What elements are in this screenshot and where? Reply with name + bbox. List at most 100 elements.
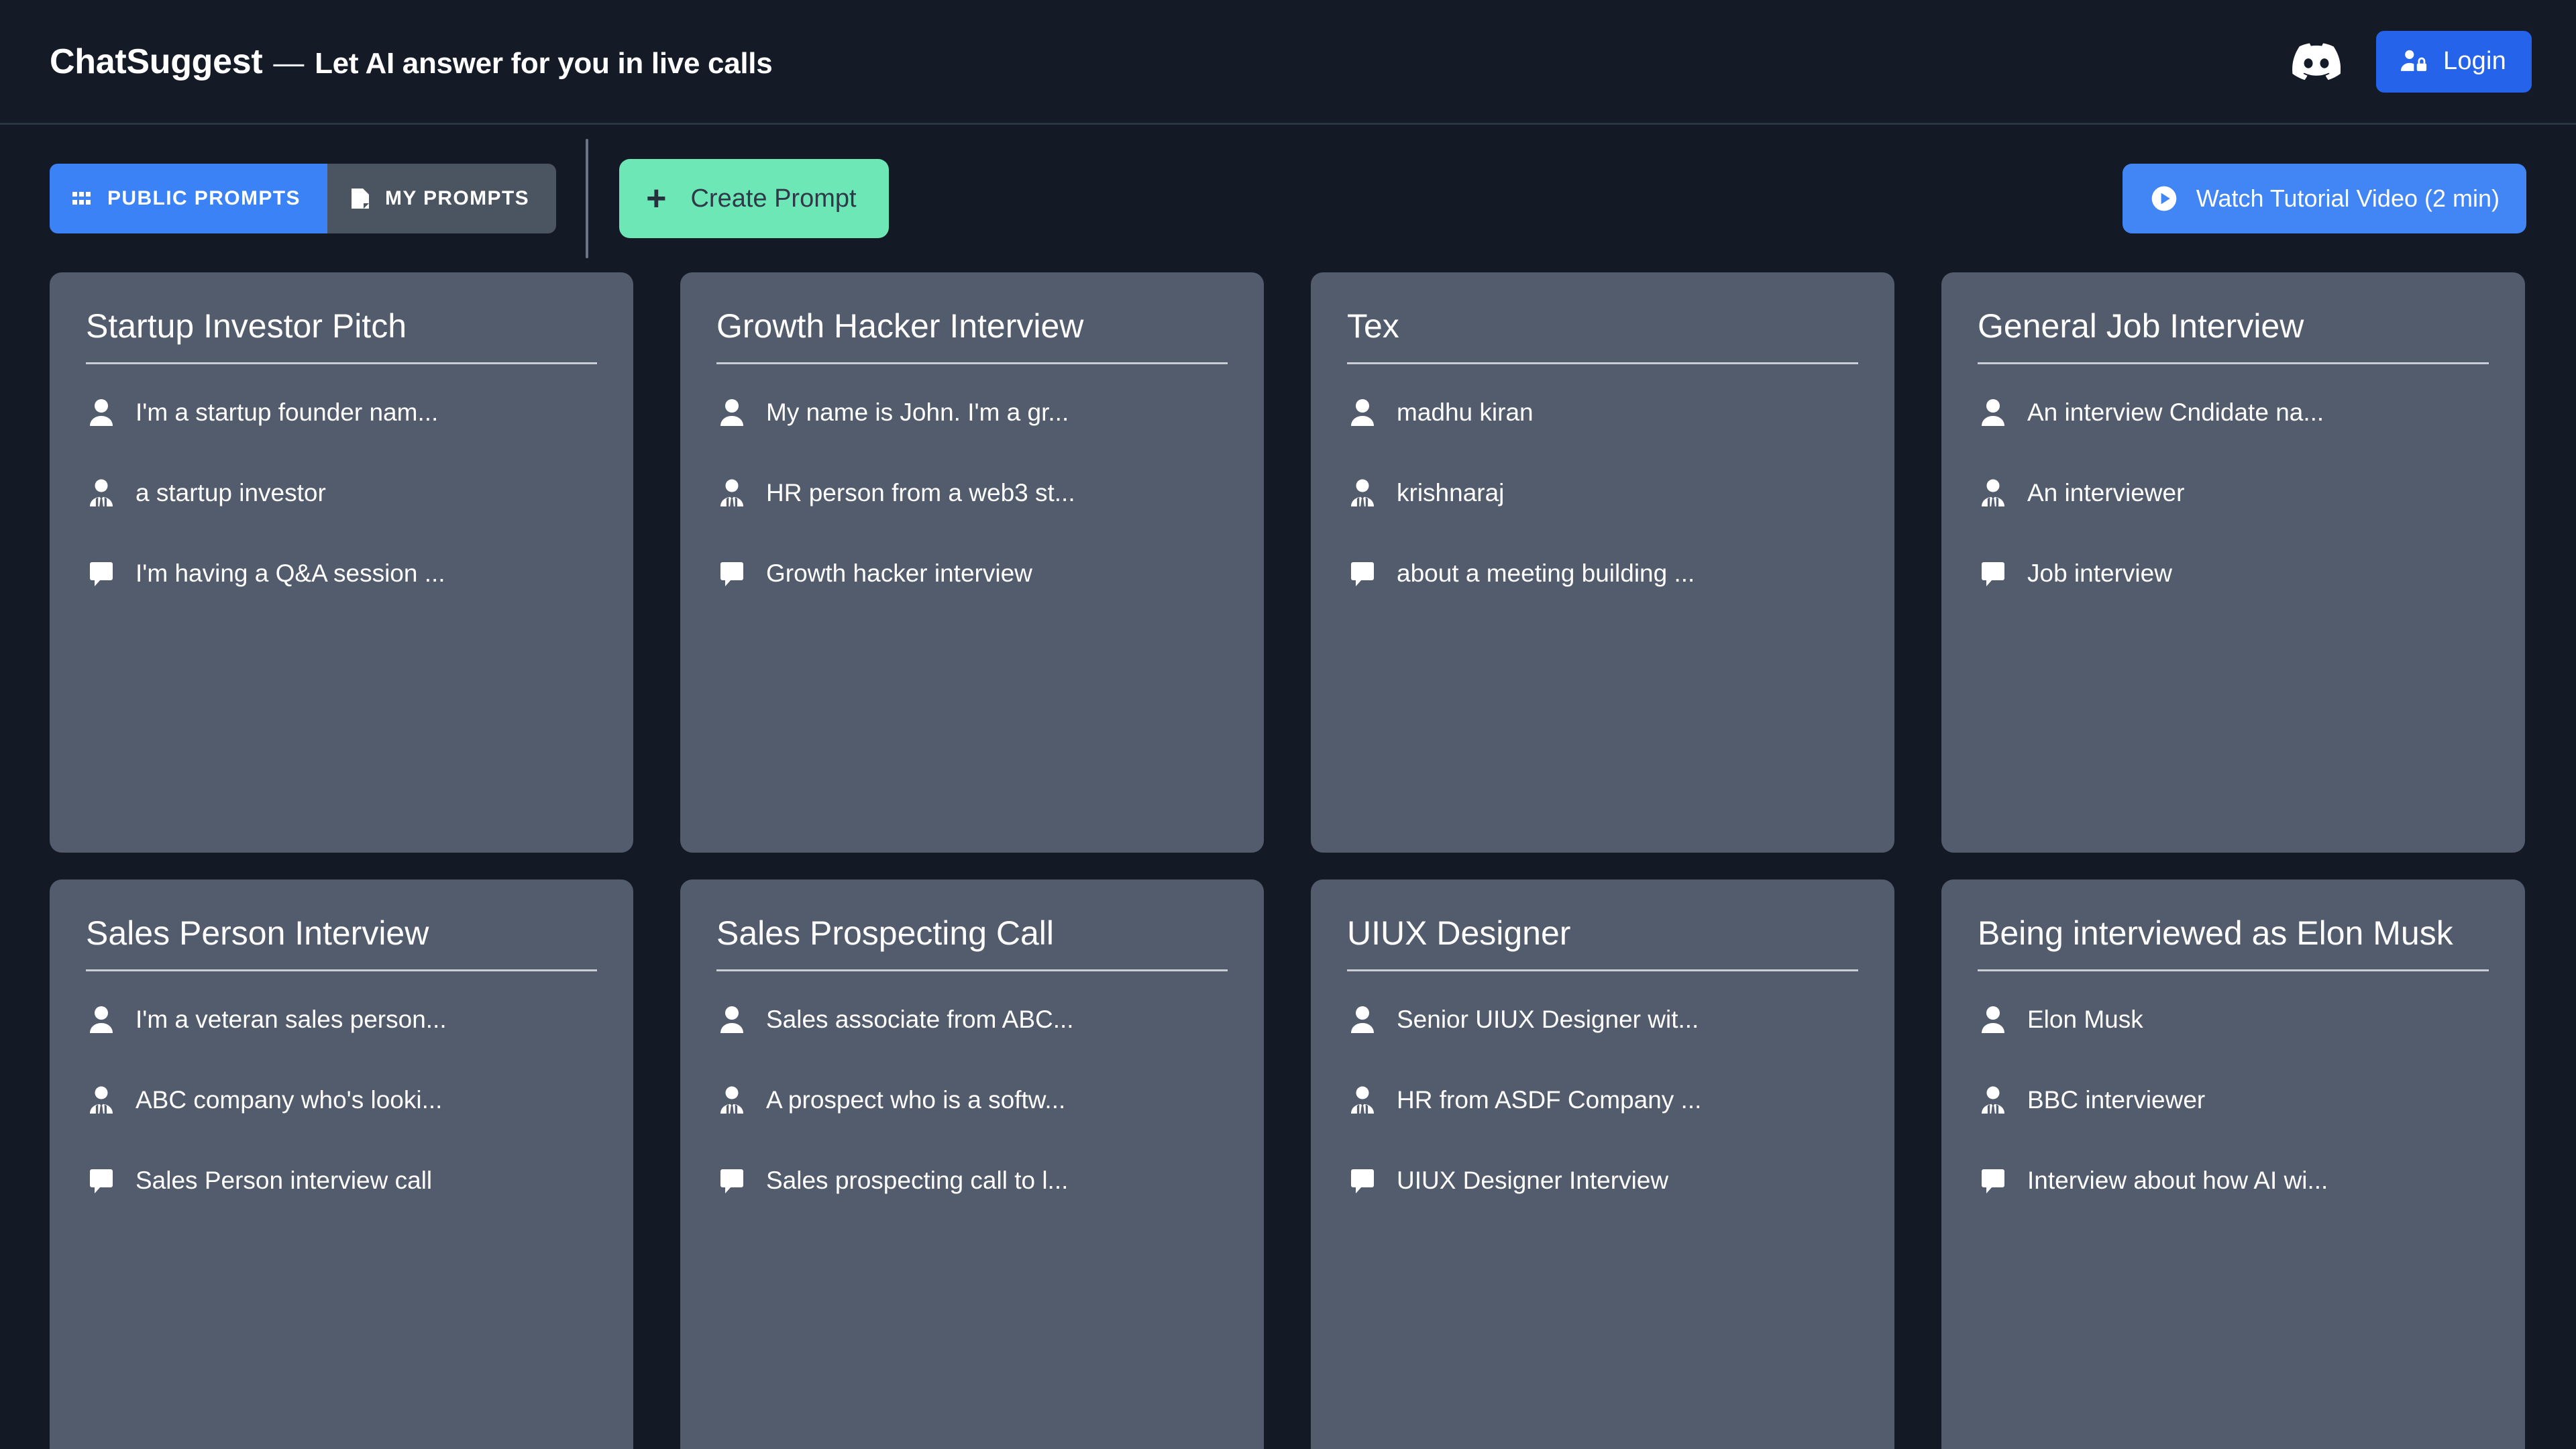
watch-tutorial-button[interactable]: Watch Tutorial Video (2 min) <box>2122 164 2526 233</box>
person-icon <box>86 397 117 428</box>
user-lock-icon <box>2399 47 2428 76</box>
prompt-card-row: a startup investor <box>86 453 597 533</box>
person-icon <box>1347 397 1378 428</box>
prompt-card-row-text: An interviewer <box>2027 479 2185 506</box>
prompt-card-title: Tex <box>1347 307 1399 345</box>
prompt-card-row-text: HR person from a web3 st... <box>766 479 1075 506</box>
person-tie-icon <box>1978 1085 2008 1116</box>
prompt-card-row-text: I'm a veteran sales person... <box>136 1006 447 1033</box>
prompt-card-grid: Startup Investor Pitch I'm a startup fou… <box>0 272 2576 1449</box>
person-tie-icon <box>86 478 117 508</box>
toolbar: PUBLIC PROMPTS MY PROMPTS + Create Promp… <box>0 125 2576 272</box>
plus-icon: + <box>646 179 667 218</box>
prompt-card-divider <box>1978 362 2489 364</box>
prompt-card[interactable]: UIUX Designer Senior UIUX Designer wit..… <box>1311 879 1894 1449</box>
prompt-card-title: Being interviewed as Elon Musk <box>1978 914 2453 952</box>
prompt-card-row: Sales prospecting call to l... <box>716 1140 1228 1221</box>
prompt-card[interactable]: General Job Interview An interview Cndid… <box>1941 272 2525 853</box>
prompt-card-row-text: HR from ASDF Company ... <box>1397 1086 1702 1114</box>
chat-bubble-icon <box>1347 1165 1378 1196</box>
chat-bubble-icon <box>716 1165 747 1196</box>
prompt-card-row: Senior UIUX Designer wit... <box>1347 979 1858 1060</box>
prompt-card[interactable]: Being interviewed as Elon Musk Elon Musk… <box>1941 879 2525 1449</box>
prompt-card-row: My name is John. I'm a gr... <box>716 372 1228 453</box>
prompt-card-divider <box>716 969 1228 971</box>
person-icon <box>1978 397 2008 428</box>
brand-tagline: Let AI answer for you in live calls <box>315 46 773 80</box>
prompt-card-row-text: ABC company who's looki... <box>136 1086 443 1114</box>
chat-bubble-icon <box>1347 558 1378 589</box>
brand-title: ChatSuggest — Let AI answer for you in l… <box>50 42 773 81</box>
toolbar-divider <box>586 139 589 258</box>
person-icon <box>1347 1004 1378 1035</box>
tab-my-prompts[interactable]: MY PROMPTS <box>327 164 557 233</box>
person-tie-icon <box>716 478 747 508</box>
prompt-card-row: HR person from a web3 st... <box>716 453 1228 533</box>
prompt-card-divider <box>1978 969 2489 971</box>
prompt-card-row-text: Sales associate from ABC... <box>766 1006 1074 1033</box>
chat-bubble-icon <box>716 558 747 589</box>
login-button[interactable]: Login <box>2376 30 2532 93</box>
prompt-card[interactable]: Sales Prospecting Call Sales associate f… <box>680 879 1264 1449</box>
prompt-card-title: General Job Interview <box>1978 307 2304 345</box>
prompt-card-row-text: My name is John. I'm a gr... <box>766 398 1069 426</box>
person-icon <box>1978 1004 2008 1035</box>
tab-public-prompts-label: PUBLIC PROMPTS <box>107 187 301 209</box>
prompt-card-row-text: Sales prospecting call to l... <box>766 1167 1069 1194</box>
prompt-card[interactable]: Tex madhu kiran krishnaraj about a meeti… <box>1311 272 1894 853</box>
prompt-card-row: UIUX Designer Interview <box>1347 1140 1858 1221</box>
brand-name: ChatSuggest <box>50 42 263 81</box>
person-tie-icon <box>1978 478 2008 508</box>
prompt-card-row-text: UIUX Designer Interview <box>1397 1167 1669 1194</box>
prompt-card-row-text: Sales Person interview call <box>136 1167 433 1194</box>
prompt-card-row: A prospect who is a softw... <box>716 1060 1228 1140</box>
prompt-card-row: Job interview <box>1978 533 2489 614</box>
prompt-scope-tabs: PUBLIC PROMPTS MY PROMPTS <box>50 164 557 233</box>
prompt-card[interactable]: Sales Person Interview I'm a veteran sal… <box>50 879 633 1449</box>
create-prompt-label: Create Prompt <box>690 184 857 213</box>
chat-bubble-icon <box>1978 1165 2008 1196</box>
prompt-card[interactable]: Growth Hacker Interview My name is John.… <box>680 272 1264 853</box>
prompt-card-divider <box>86 362 597 364</box>
prompt-card-row-text: I'm a startup founder nam... <box>136 398 439 426</box>
chat-bubble-icon <box>1978 558 2008 589</box>
prompt-card-row: ABC company who's looki... <box>86 1060 597 1140</box>
prompt-card-row: about a meeting building ... <box>1347 533 1858 614</box>
watch-tutorial-label: Watch Tutorial Video (2 min) <box>2196 184 2500 212</box>
tab-public-prompts[interactable]: PUBLIC PROMPTS <box>50 164 327 233</box>
create-prompt-button[interactable]: + Create Prompt <box>619 159 889 238</box>
prompt-card[interactable]: Startup Investor Pitch I'm a startup fou… <box>50 272 633 853</box>
discord-link[interactable] <box>2290 36 2343 88</box>
prompt-card-divider <box>1347 969 1858 971</box>
prompt-card-row: I'm having a Q&A session ... <box>86 533 597 614</box>
prompt-card-divider <box>716 362 1228 364</box>
prompt-card-title: Growth Hacker Interview <box>716 307 1084 345</box>
prompt-card-row-text: krishnaraj <box>1397 479 1505 506</box>
person-tie-icon <box>716 1085 747 1116</box>
prompt-card-divider <box>1347 362 1858 364</box>
prompt-card-row-text: A prospect who is a softw... <box>766 1086 1066 1114</box>
prompt-card-row-text: I'm having a Q&A session ... <box>136 559 445 587</box>
prompt-card-row-text: Job interview <box>2027 559 2172 587</box>
person-icon <box>716 397 747 428</box>
prompt-card-row: An interviewer <box>1978 453 2489 533</box>
prompt-card-row: Interview about how AI wi... <box>1978 1140 2489 1221</box>
prompt-card-row: krishnaraj <box>1347 453 1858 533</box>
grid-dots-icon <box>72 191 93 207</box>
prompt-card-row: I'm a startup founder nam... <box>86 372 597 453</box>
prompt-card-row: Growth hacker interview <box>716 533 1228 614</box>
tab-my-prompts-label: MY PROMPTS <box>384 187 530 209</box>
prompt-card-row-text: a startup investor <box>136 479 326 506</box>
brand-separator: — <box>273 44 305 80</box>
prompt-card-row: Elon Musk <box>1978 979 2489 1060</box>
login-button-label: Login <box>2443 47 2506 75</box>
prompt-card-row-text: An interview Cndidate na... <box>2027 398 2324 426</box>
prompt-card-row-text: about a meeting building ... <box>1397 559 1695 587</box>
chat-bubble-icon <box>86 1165 117 1196</box>
person-icon <box>86 1004 117 1035</box>
person-tie-icon <box>86 1085 117 1116</box>
prompt-card-row: HR from ASDF Company ... <box>1347 1060 1858 1140</box>
person-icon <box>716 1004 747 1035</box>
prompt-card-title: Startup Investor Pitch <box>86 307 407 345</box>
prompt-card-title: UIUX Designer <box>1347 914 1571 952</box>
